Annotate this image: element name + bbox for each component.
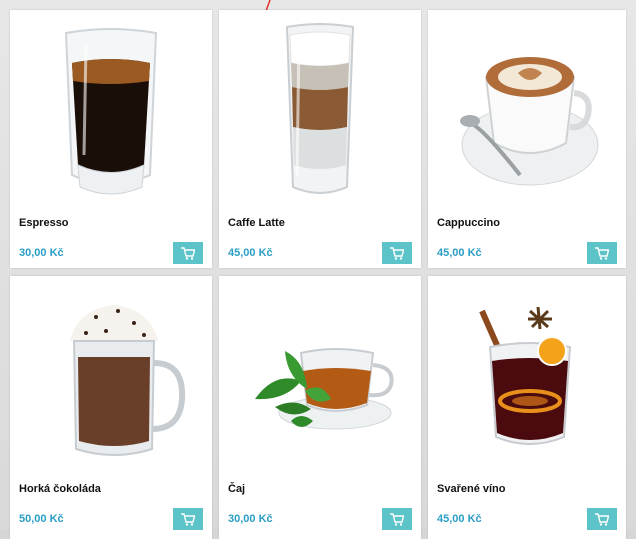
add-to-cart-button[interactable] [382,242,412,264]
shopping-cart-icon [595,246,609,260]
add-to-cart-button[interactable] [587,508,617,530]
product-price: 45,00 Kč [228,247,273,259]
shopping-cart-icon [181,246,195,260]
product-price: 30,00 Kč [19,247,64,259]
product-name[interactable]: Horká čokoláda [19,483,101,495]
add-to-cart-button[interactable] [173,508,203,530]
product-grid-page: Espresso 30,00 Kč Caffe Latte 45,00 Kč C… [0,0,636,539]
shopping-cart-icon [390,246,404,260]
cappuccino-image[interactable] [428,10,626,210]
espresso-image[interactable] [10,10,212,210]
add-to-cart-button[interactable] [382,508,412,530]
product-name[interactable]: Espresso [19,217,69,229]
product-price: 30,00 Kč [228,513,273,525]
product-card-cappuccino[interactable]: Cappuccino 45,00 Kč [428,10,626,268]
product-name[interactable]: Caffe Latte [228,217,285,229]
product-price: 45,00 Kč [437,513,482,525]
product-price: 50,00 Kč [19,513,64,525]
shopping-cart-icon [595,512,609,526]
add-to-cart-button[interactable] [587,242,617,264]
caffe-latte-image[interactable] [219,10,421,210]
product-card-espresso[interactable]: Espresso 30,00 Kč [10,10,212,268]
product-card-hot-chocolate[interactable]: Horká čokoláda 50,00 Kč [10,276,212,539]
shopping-cart-icon [390,512,404,526]
mulled-wine-image[interactable] [428,276,626,476]
product-name[interactable]: Cappuccino [437,217,500,229]
tea-image[interactable] [219,276,421,476]
hot-chocolate-image[interactable] [10,276,212,476]
product-price: 45,00 Kč [437,247,482,259]
product-card-caffe-latte[interactable]: Caffe Latte 45,00 Kč [219,10,421,268]
product-card-mulled-wine[interactable]: Svařené víno 45,00 Kč [428,276,626,539]
product-card-tea[interactable]: Čaj 30,00 Kč [219,276,421,539]
shopping-cart-icon [181,512,195,526]
product-name[interactable]: Čaj [228,483,245,495]
product-name[interactable]: Svařené víno [437,483,505,495]
add-to-cart-button[interactable] [173,242,203,264]
product-grid: Espresso 30,00 Kč Caffe Latte 45,00 Kč C… [10,10,626,539]
